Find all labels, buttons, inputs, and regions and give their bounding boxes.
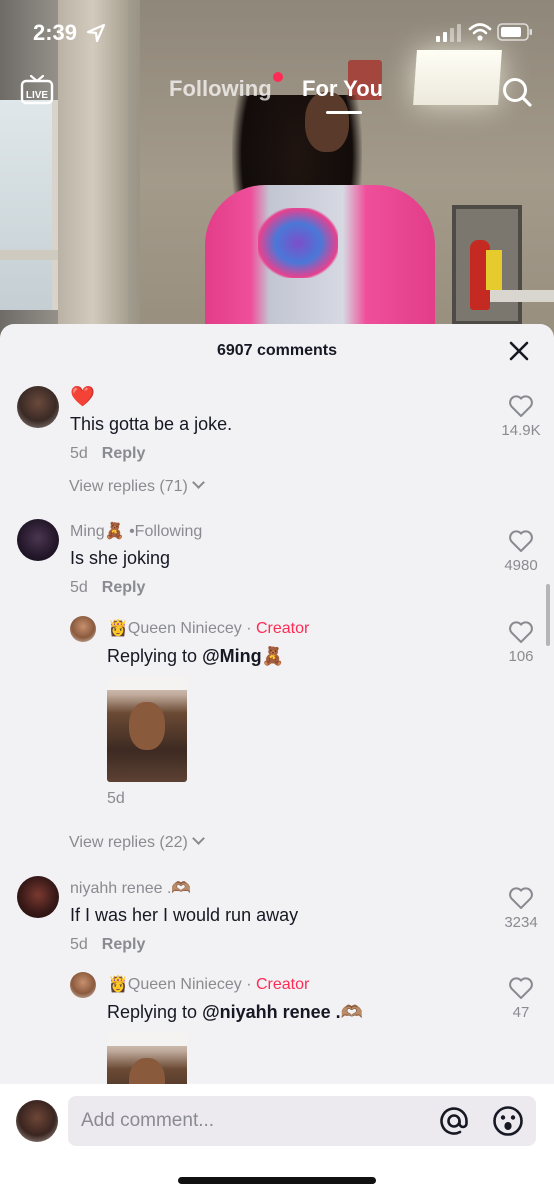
reply-button[interactable]: Reply	[102, 445, 146, 462]
comment-text: This gotta be a joke.	[70, 414, 233, 434]
avatar[interactable]	[16, 1100, 58, 1142]
chevron-down-icon	[192, 832, 205, 845]
reply-button[interactable]: Reply	[102, 936, 146, 953]
comment-meta: 5d Reply	[70, 936, 145, 954]
comment-username[interactable]: niyahh renee .🫶🏽	[70, 878, 191, 898]
heart-icon	[509, 530, 533, 552]
thumbnail-face	[129, 702, 165, 750]
creator-badge: Creator	[255, 976, 310, 993]
video-extinguisher-label	[486, 250, 502, 290]
at-icon[interactable]	[438, 1105, 470, 1137]
following-label: •Following	[129, 523, 203, 540]
replying-prefix: Replying to	[107, 646, 203, 666]
chevron-down-icon	[192, 476, 205, 489]
reply-separator: ·	[241, 976, 256, 993]
view-replies-button[interactable]: View replies (71)	[69, 476, 205, 496]
following-notification-dot	[273, 72, 283, 82]
like-button[interactable]: 4980	[491, 529, 551, 574]
comment-text: If I was her I would run away	[70, 905, 299, 925]
reply-username[interactable]: 👸Queen Niniecey	[108, 976, 242, 993]
replying-to-mention[interactable]: @niyahh renee .🫶🏽	[202, 1002, 363, 1022]
like-button[interactable]: 3234	[491, 886, 551, 931]
comment-age: 5d	[70, 579, 88, 596]
reply-separator: ·	[241, 620, 256, 637]
comments-header: 6907 comments	[0, 324, 554, 376]
like-count: 106	[508, 648, 534, 665]
comment-emoji: ❤️	[70, 386, 95, 408]
like-count: 3234	[504, 914, 538, 931]
like-button[interactable]: 14.9K	[491, 394, 551, 439]
heart-icon	[509, 621, 533, 643]
scrollbar[interactable]	[546, 584, 550, 646]
top-nav: LIVE Following For You	[0, 66, 554, 126]
thumbnail-face	[129, 1058, 165, 1084]
avatar[interactable]	[17, 519, 59, 561]
avatar[interactable]	[17, 386, 59, 428]
comments-sheet: 6907 comments ❤️ This gotta be a joke. 5…	[0, 324, 554, 1200]
comment-meta: 5d Reply	[70, 579, 145, 597]
like-count: 47	[512, 1004, 530, 1021]
heart-icon	[509, 395, 533, 417]
avatar[interactable]	[17, 876, 59, 918]
reply-username[interactable]: 👸Queen Niniecey	[108, 620, 242, 637]
video-window	[0, 100, 58, 310]
video-reply-thumbnail[interactable]	[107, 676, 187, 782]
reply-age: 5d	[107, 790, 125, 807]
live-icon[interactable]: LIVE	[20, 74, 54, 106]
thumbnail-caption-strip	[107, 676, 187, 690]
comments-count: 6907 comments	[216, 342, 338, 359]
comment-username-row: Ming🧸 •Following	[70, 521, 202, 541]
avatar[interactable]	[70, 616, 96, 642]
replying-prefix: Replying to	[107, 1002, 203, 1022]
view-replies-label: View replies (71)	[69, 478, 188, 495]
comment-input[interactable]: Add comment...	[68, 1096, 536, 1146]
like-count: 4980	[504, 557, 538, 574]
video-reply-thumbnail[interactable]	[107, 1032, 187, 1084]
tab-for-you[interactable]: For You	[302, 76, 383, 102]
like-button[interactable]: 47	[491, 976, 551, 1021]
signal-icon	[436, 24, 461, 42]
reply-button[interactable]: Reply	[102, 579, 146, 596]
view-replies-button[interactable]: View replies (22)	[69, 832, 205, 852]
replying-to-mention[interactable]: @Ming🧸	[202, 646, 284, 666]
comment-list[interactable]: ❤️ This gotta be a joke. 5d Reply 14.9K V…	[0, 376, 554, 1084]
comment-text: Is she joking	[70, 548, 171, 568]
close-icon[interactable]	[508, 340, 530, 362]
status-time: 2:39	[33, 20, 78, 45]
view-replies-label: View replies (22)	[69, 834, 188, 851]
like-count: 14.9K	[501, 422, 541, 439]
battery-icon	[497, 23, 532, 41]
emoji-icon[interactable]	[492, 1105, 524, 1137]
location-icon	[86, 23, 106, 43]
heart-icon	[509, 887, 533, 909]
video-rail	[490, 290, 554, 302]
active-tab-underline	[326, 111, 362, 114]
comment-input-placeholder: Add comment...	[81, 1110, 215, 1131]
like-button[interactable]: 106	[491, 620, 551, 665]
comment-age: 5d	[70, 936, 88, 953]
avatar[interactable]	[70, 972, 96, 998]
live-label: LIVE	[26, 90, 49, 101]
search-icon[interactable]	[501, 76, 533, 108]
comment-age: 5d	[70, 445, 88, 462]
comment-username[interactable]: Ming🧸	[70, 523, 125, 540]
home-indicator[interactable]	[178, 1177, 376, 1184]
comment-meta: 5d Reply	[70, 445, 145, 463]
reply-text: Replying to @niyahh renee .🫶🏽	[107, 1002, 363, 1023]
thumbnail-caption-strip	[107, 1032, 187, 1046]
comment-composer: Add comment...	[0, 1084, 554, 1200]
video-shirt-graphic	[258, 208, 338, 278]
wifi-icon	[468, 23, 492, 41]
creator-badge: Creator	[255, 620, 310, 637]
heart-icon	[509, 977, 533, 999]
reply-username-row: 👸Queen Niniecey · Creator	[108, 618, 309, 638]
reply-text: Replying to @Ming🧸	[107, 646, 284, 667]
reply-username-row: 👸Queen Niniecey · Creator	[108, 974, 309, 994]
tab-following[interactable]: Following	[169, 76, 272, 102]
status-bar: 2:39	[0, 0, 554, 66]
